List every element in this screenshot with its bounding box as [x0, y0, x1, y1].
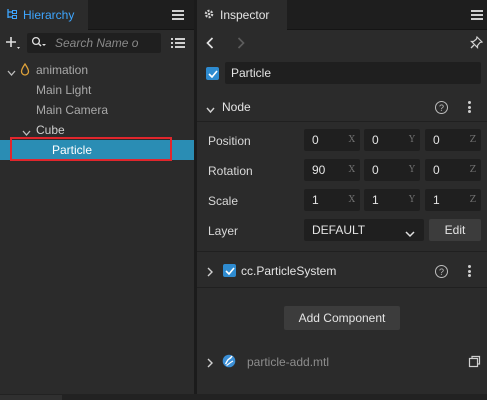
tree-item-label: Particle: [52, 143, 93, 157]
layer-edit-button[interactable]: Edit: [429, 219, 481, 241]
hierarchy-icon: [6, 8, 18, 23]
inspector-tabbar: Inspector: [197, 0, 487, 30]
component-header[interactable]: cc.ParticleSystem ?: [197, 258, 487, 284]
field-value: 0: [372, 163, 379, 177]
hierarchy-toolbar: [0, 30, 194, 56]
position-y-field[interactable]: 0 Y: [364, 129, 420, 151]
expand-arrow-icon[interactable]: [207, 266, 214, 280]
chevron-down-icon: [405, 227, 415, 241]
field-value: 0: [312, 133, 319, 147]
position-z-field[interactable]: 0 Z: [425, 129, 481, 151]
tree-item-label: animation: [36, 63, 89, 77]
hierarchy-tabbar: Hierarchy: [0, 0, 194, 30]
axis-label: Z: [469, 135, 476, 145]
node-section-header[interactable]: Node ?: [197, 94, 487, 120]
tree-item-cube[interactable]: Cube: [0, 120, 194, 140]
field-value: 1: [312, 193, 319, 207]
inspector-tab-label: Inspector: [220, 8, 270, 22]
list-view-icon[interactable]: [170, 36, 186, 50]
hierarchy-tab-label: Hierarchy: [23, 8, 75, 22]
rotation-x-field[interactable]: 90 X: [304, 159, 360, 181]
tab-hierarchy[interactable]: Hierarchy: [0, 0, 88, 30]
tab-inspector[interactable]: Inspector: [197, 0, 287, 30]
hierarchy-menu-icon[interactable]: [172, 10, 184, 20]
material-row[interactable]: particle-add.mtl: [197, 350, 487, 374]
node-active-checkbox[interactable]: [206, 67, 219, 80]
help-icon[interactable]: ?: [435, 101, 448, 114]
axis-label: Y: [409, 165, 415, 175]
bottom-statusbar: [0, 394, 487, 400]
expand-arrow-icon[interactable]: [207, 357, 214, 371]
tree-item-main-camera[interactable]: Main Camera: [0, 100, 194, 120]
material-name: particle-add.mtl: [247, 355, 330, 369]
field-value: 1: [433, 193, 440, 207]
expand-arrow-icon[interactable]: [22, 126, 31, 140]
scale-y-field[interactable]: 1 Y: [364, 189, 420, 211]
tree-item-particle[interactable]: Particle: [0, 140, 194, 160]
open-external-icon[interactable]: [468, 355, 481, 371]
tree-item-label: Main Light: [36, 83, 92, 97]
tree-item-label: Cube: [36, 123, 65, 137]
axis-label: Z: [469, 165, 476, 175]
hierarchy-panel: Hierarchy Search Name o animation Main L…: [0, 0, 194, 394]
node-name-value: Particle: [231, 66, 272, 80]
field-value: 0: [433, 133, 440, 147]
scale-x-field[interactable]: 1 X: [304, 189, 360, 211]
forward-arrow-icon[interactable]: [237, 37, 245, 52]
inspector-menu-icon[interactable]: [471, 10, 483, 20]
component-enabled-checkbox[interactable]: [223, 264, 236, 277]
pin-icon[interactable]: [470, 35, 484, 52]
hierarchy-search[interactable]: [27, 33, 161, 53]
axis-label: X: [348, 165, 355, 175]
component-name: cc.ParticleSystem: [241, 264, 337, 278]
tree-item-main-light[interactable]: Main Light: [0, 80, 194, 100]
section-divider: [197, 251, 487, 252]
rotation-label: Rotation: [208, 164, 253, 178]
field-value: 0: [372, 133, 379, 147]
add-node-button[interactable]: [4, 34, 22, 52]
rotation-z-field[interactable]: 0 Z: [425, 159, 481, 181]
tree-item-animation[interactable]: animation: [0, 60, 194, 80]
layer-value: DEFAULT: [312, 223, 366, 237]
axis-label: X: [348, 195, 355, 205]
field-value: 0: [433, 163, 440, 177]
axis-label: Z: [469, 195, 476, 205]
collapse-arrow-icon[interactable]: [206, 103, 215, 117]
axis-label: Y: [409, 195, 415, 205]
back-arrow-icon[interactable]: [206, 37, 214, 52]
position-x-field[interactable]: 0 X: [304, 129, 360, 151]
section-divider: [197, 121, 487, 122]
expand-arrow-icon[interactable]: [7, 66, 16, 80]
position-label: Position: [208, 134, 251, 148]
scale-label: Scale: [208, 194, 239, 208]
more-options-icon[interactable]: [467, 101, 471, 113]
tree-item-label: Main Camera: [36, 103, 109, 117]
scale-z-field[interactable]: 1 Z: [425, 189, 481, 211]
search-input[interactable]: [55, 36, 155, 50]
help-icon[interactable]: ?: [435, 265, 448, 278]
gear-icon: [203, 8, 215, 23]
rotation-y-field[interactable]: 0 Y: [364, 159, 420, 181]
layer-label: Layer: [208, 224, 239, 238]
field-value: 1: [372, 193, 379, 207]
add-component-button[interactable]: Add Component: [284, 306, 400, 330]
axis-label: Y: [409, 135, 415, 145]
inspector-panel: Inspector Particle Node ? Position 0 X 0…: [197, 0, 487, 394]
layer-select[interactable]: DEFAULT: [304, 219, 424, 241]
search-icon: [31, 36, 47, 51]
section-divider: [197, 287, 487, 288]
material-icon: [222, 354, 236, 371]
axis-label: X: [348, 135, 355, 145]
node-section-title: Node: [222, 100, 251, 114]
more-options-icon[interactable]: [467, 265, 471, 277]
prefab-drop-icon: [20, 62, 30, 79]
field-value: 90: [312, 163, 326, 177]
node-name-field[interactable]: Particle: [225, 62, 481, 84]
